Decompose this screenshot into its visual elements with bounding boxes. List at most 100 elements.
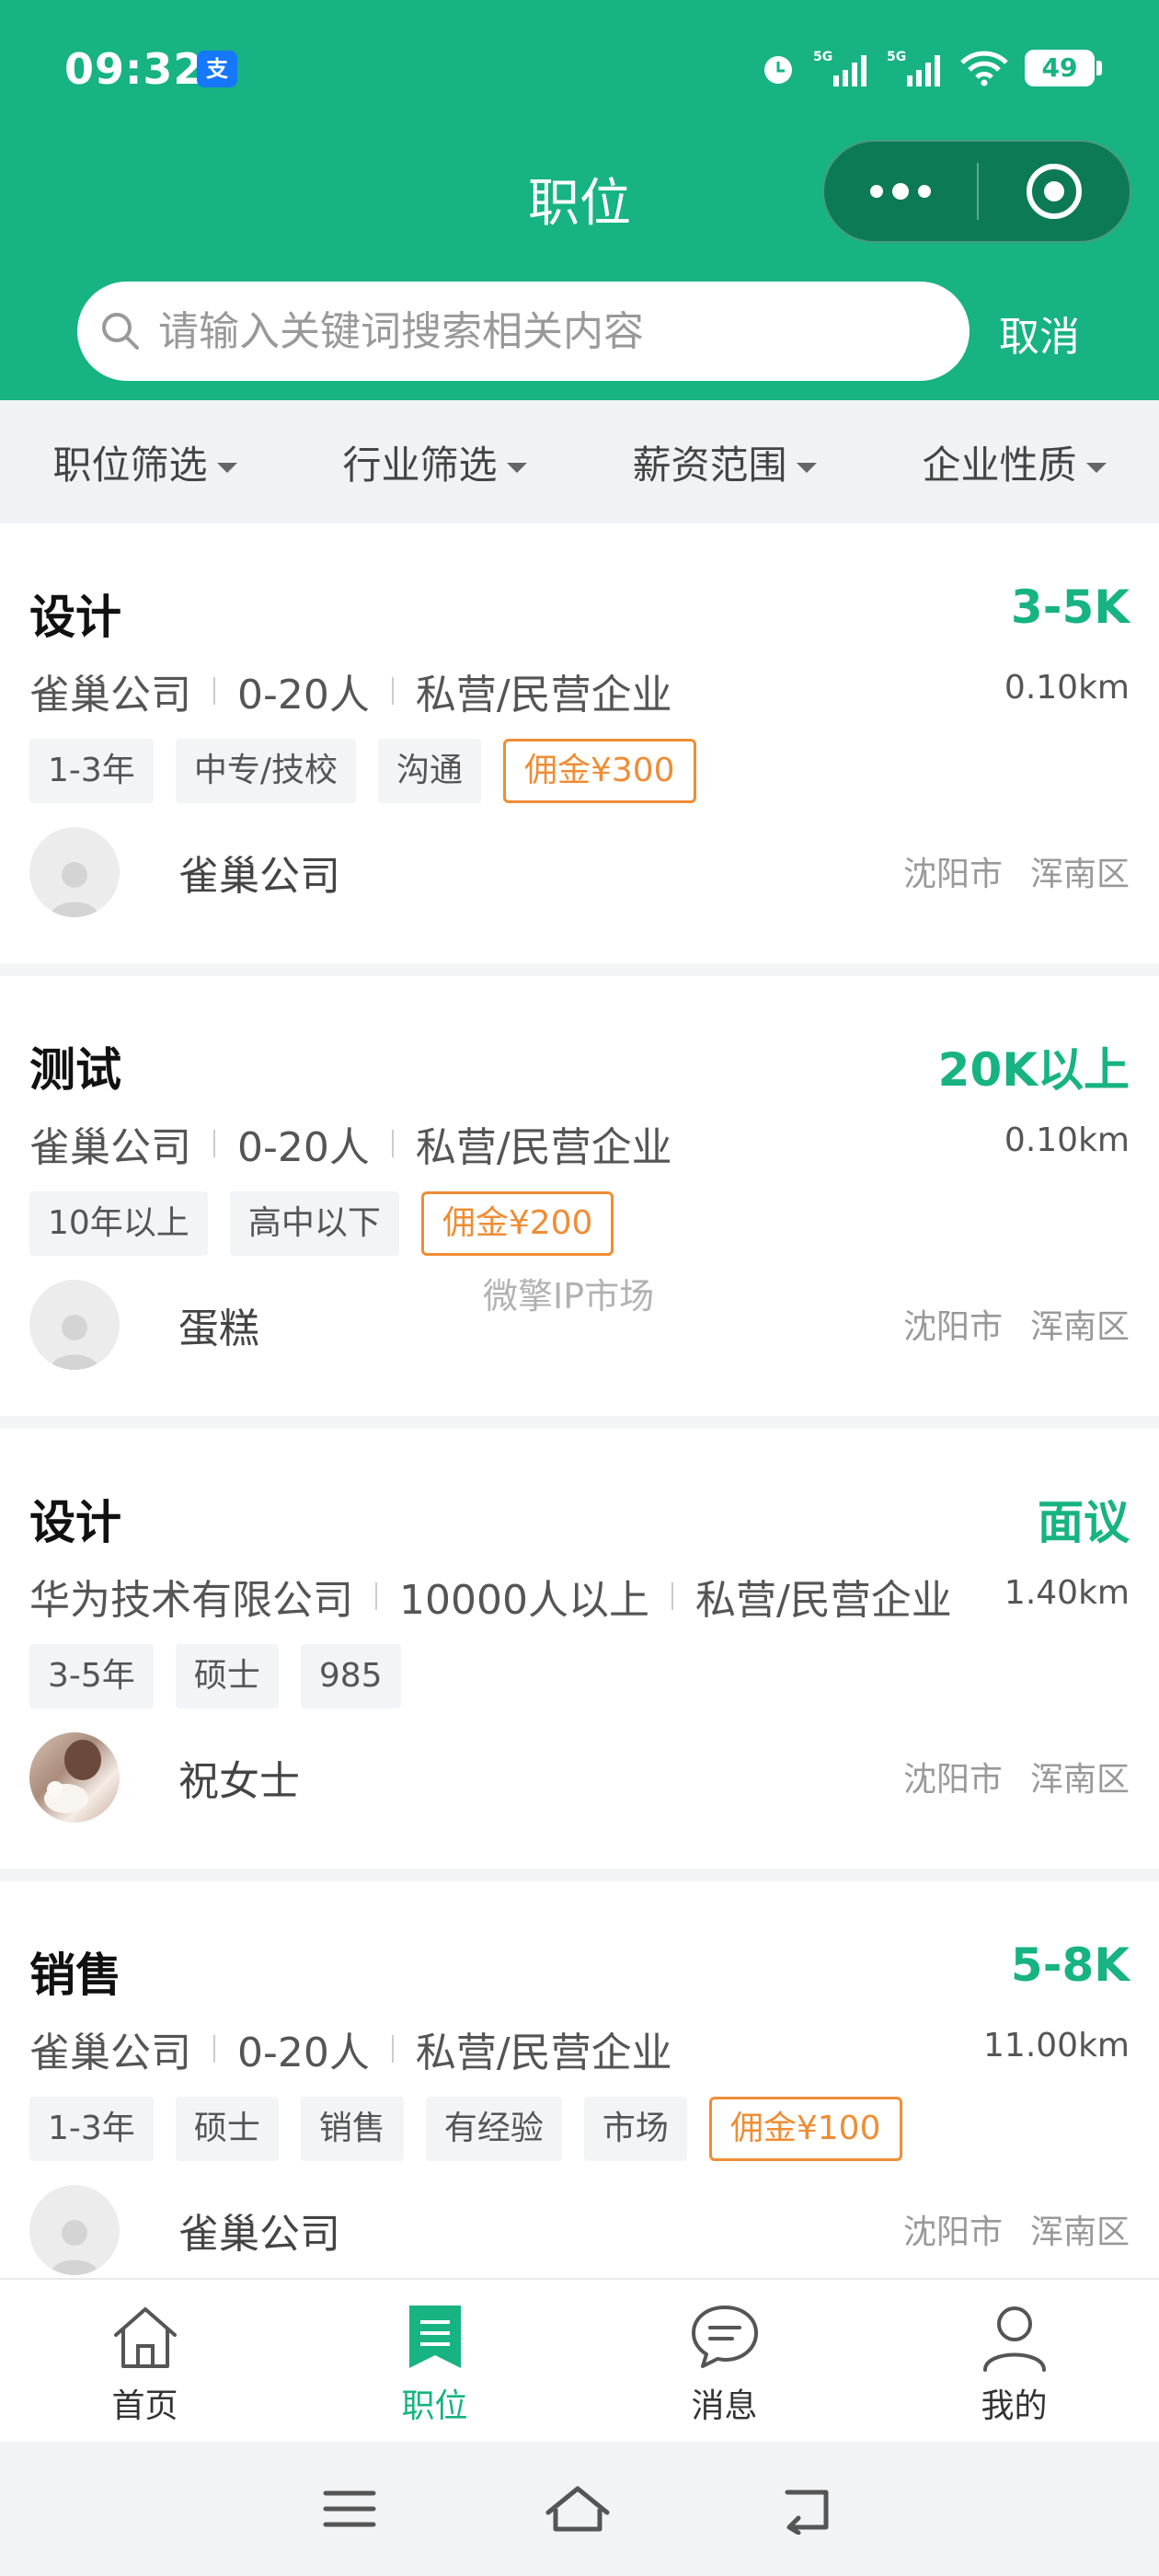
- search-icon: [102, 313, 139, 350]
- filter-label: 行业筛选: [342, 442, 498, 488]
- filter-salary[interactable]: 薪资范围: [580, 434, 869, 490]
- commission-tag: 佣金¥200: [420, 1191, 614, 1256]
- company-info: 雀巢公司 0-20人 私营/民营企业: [29, 2019, 672, 2078]
- job-card[interactable]: 测试 20K以上 雀巢公司 0-20人 私营/民营企业 0.10km 10年以上…: [0, 976, 1159, 1429]
- filter-bar: 职位筛选 行业筛选 薪资范围 企业性质: [0, 400, 1159, 523]
- filter-industry[interactable]: 行业筛选: [290, 434, 580, 490]
- miniprogram-capsule: [822, 140, 1131, 243]
- status-icons: 5G 5G 49: [760, 42, 1102, 94]
- cancel-button[interactable]: 取消: [999, 304, 1080, 362]
- job-title: 设计: [29, 1496, 121, 1549]
- company-size: 10000人以上: [399, 1577, 649, 1624]
- company-name: 华为技术有限公司: [29, 1577, 353, 1624]
- tab-label: 首页: [111, 2387, 178, 2425]
- caret-down-icon: [1085, 462, 1107, 473]
- back-icon[interactable]: [778, 2483, 837, 2535]
- photo-avatar-icon: [44, 1740, 101, 1813]
- recruiter-name: 祝女士: [178, 1758, 300, 1805]
- home-icon: [113, 2307, 177, 2368]
- job-distance: 0.10km: [1004, 669, 1130, 707]
- default-avatar-icon: [51, 2220, 98, 2275]
- district: 浑南区: [1029, 1308, 1130, 1346]
- company-info: 雀巢公司 0-20人 私营/民营企业: [29, 1114, 672, 1173]
- filter-position[interactable]: 职位筛选: [0, 434, 290, 490]
- dot-icon: [918, 185, 931, 198]
- divider: [391, 1130, 394, 1157]
- close-miniprogram-button[interactable]: [979, 142, 1130, 241]
- job-card[interactable]: 设计 面议 华为技术有限公司 10000人以上 私营/民营企业 1.40km 3…: [0, 1429, 1159, 1881]
- company-size: 0-20人: [237, 2030, 370, 2076]
- company-info: 华为技术有限公司 10000人以上 私营/民营企业: [29, 1567, 952, 1626]
- job-tags: 3-5年 硕士 985: [29, 1644, 401, 1708]
- avatar: [29, 827, 120, 917]
- tab-jobs[interactable]: 职位: [290, 2280, 580, 2442]
- filter-label: 薪资范围: [632, 442, 787, 488]
- tab-profile[interactable]: 我的: [869, 2280, 1159, 2442]
- job-title: 测试: [29, 1043, 121, 1097]
- divider: [671, 1582, 673, 1610]
- search-box[interactable]: [77, 282, 970, 381]
- job-distance: 0.10km: [1004, 1121, 1130, 1159]
- menu-icon[interactable]: [322, 2486, 377, 2532]
- job-card[interactable]: 销售 5-8K 雀巢公司 0-20人 私营/民营企业 11.00km 1-3年 …: [0, 1881, 1159, 2334]
- job-tag: 硕士: [175, 1644, 279, 1708]
- alipay-icon: 支: [197, 51, 237, 87]
- tab-label: 我的: [981, 2387, 1048, 2425]
- job-list: 设计 3-5K 雀巢公司 0-20人 私营/民营企业 0.10km 1-3年 中…: [0, 523, 1159, 2334]
- company-name: 雀巢公司: [29, 2030, 191, 2076]
- dot-icon: [870, 185, 883, 198]
- company-type: 私营/民营企业: [415, 2030, 672, 2076]
- job-salary: 3-5K: [1010, 581, 1130, 634]
- avatar: [29, 1732, 120, 1823]
- commission-tag: 佣金¥300: [502, 739, 696, 803]
- wifi-icon: [960, 51, 1008, 86]
- job-tag: 3-5年: [29, 1644, 154, 1708]
- caret-down-icon: [796, 462, 817, 473]
- tab-bar: 首页 职位 消息 我的: [0, 2278, 1159, 2442]
- job-tag: 10年以上: [29, 1191, 208, 1256]
- company-name: 雀巢公司: [29, 1124, 191, 1171]
- caret-down-icon: [216, 462, 237, 473]
- tab-home[interactable]: 首页: [0, 2280, 290, 2442]
- job-card[interactable]: 设计 3-5K 雀巢公司 0-20人 私营/民营企业 0.10km 1-3年 中…: [0, 523, 1159, 976]
- profile-icon: [982, 2306, 1046, 2372]
- search-input[interactable]: [158, 307, 912, 355]
- divider: [213, 1130, 215, 1157]
- city: 沈阳市: [902, 1761, 1003, 1799]
- tab-messages[interactable]: 消息: [580, 2280, 869, 2442]
- city: 沈阳市: [902, 856, 1003, 893]
- jobs-icon: [408, 2306, 461, 2368]
- filter-company-type[interactable]: 企业性质: [869, 434, 1159, 490]
- company-type: 私营/民营企业: [415, 1124, 672, 1171]
- caret-down-icon: [506, 462, 527, 473]
- svg-text:5G: 5G: [887, 50, 906, 64]
- company-info: 雀巢公司 0-20人 私营/民营企业: [29, 661, 672, 720]
- district: 浑南区: [1029, 2214, 1130, 2251]
- divider: [213, 2035, 215, 2063]
- divider: [391, 2035, 394, 2063]
- job-location: 沈阳市 浑南区: [903, 847, 1130, 895]
- alarm-icon: [764, 56, 792, 84]
- job-location: 沈阳市 浑南区: [903, 2205, 1130, 2253]
- message-icon: [691, 2306, 758, 2368]
- job-title: 销售: [29, 1949, 121, 2002]
- signal-5g-icon-2: 5G: [887, 50, 940, 86]
- home-nav-icon[interactable]: [543, 2481, 613, 2536]
- job-location: 沈阳市 浑南区: [903, 1300, 1130, 1348]
- signal-5g-icon: 5G: [813, 50, 866, 86]
- job-salary: 面议: [1038, 1496, 1130, 1549]
- city: 沈阳市: [902, 2214, 1003, 2251]
- job-tag: 销售: [300, 2097, 404, 2161]
- company-size: 0-20人: [237, 672, 370, 719]
- filter-label: 企业性质: [922, 442, 1077, 488]
- job-tags: 10年以上 高中以下 佣金¥200: [29, 1191, 614, 1256]
- more-menu-button[interactable]: [824, 142, 977, 241]
- default-avatar-icon: [51, 1315, 98, 1370]
- job-tag: 沟通: [377, 739, 481, 803]
- svg-text:5G: 5G: [813, 50, 832, 64]
- job-tag: 中专/技校: [175, 739, 356, 803]
- job-title: 设计: [29, 591, 121, 644]
- job-tag: 市场: [583, 2097, 687, 2161]
- avatar: [29, 1280, 120, 1370]
- city: 沈阳市: [902, 1308, 1003, 1346]
